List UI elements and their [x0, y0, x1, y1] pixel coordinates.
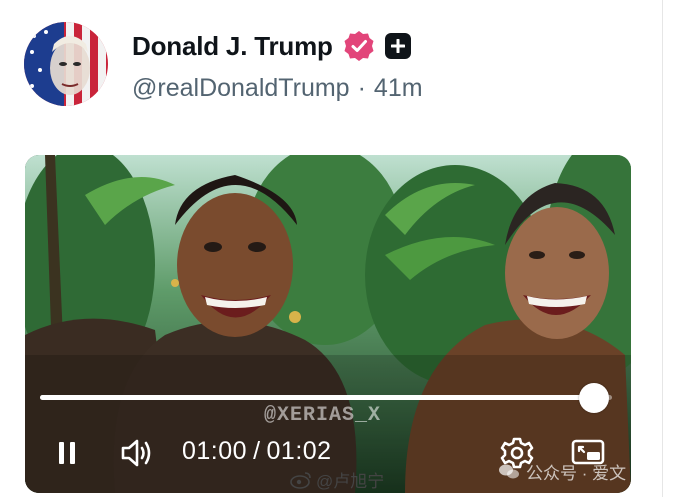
avatar[interactable] — [24, 22, 108, 106]
post-age[interactable]: 41m — [374, 74, 423, 103]
progress-bar[interactable] — [40, 383, 612, 413]
pause-icon — [59, 442, 75, 464]
pause-button[interactable] — [52, 436, 82, 470]
time-separator: / — [253, 437, 261, 465]
current-time: 01:00 — [182, 437, 248, 465]
dot-separator: · — [357, 74, 366, 102]
wechat-credit-text: 公众号 · 爱文 — [526, 464, 627, 483]
video-watermark: @XERIAS_X — [264, 404, 382, 427]
progress-fill — [40, 395, 594, 400]
wechat-credit: 公众号 · 爱文 — [498, 459, 626, 484]
display-name[interactable]: Donald J. Trump — [132, 31, 333, 62]
volume-button[interactable] — [118, 434, 158, 472]
handle-row: @realDonaldTrump · 41m — [132, 74, 423, 103]
duration: 01:02 — [266, 437, 332, 465]
progress-thumb[interactable] — [578, 383, 609, 413]
playback-time: 01:00 / 01:02 — [182, 437, 332, 466]
avatar-image — [24, 22, 108, 106]
handle[interactable]: @realDonaldTrump — [132, 74, 350, 103]
verified-badge-icon — [344, 31, 374, 61]
weibo-icon — [290, 471, 311, 489]
weibo-credit: @卢旭宁 — [290, 467, 384, 492]
volume-icon — [121, 439, 151, 467]
subscription-plus-icon — [384, 33, 411, 59]
author-row: Donald J. Trump — [132, 26, 411, 66]
wechat-icon — [499, 464, 519, 478]
weibo-credit-text: @卢旭宁 — [316, 472, 385, 491]
timeline-divider — [662, 0, 663, 497]
